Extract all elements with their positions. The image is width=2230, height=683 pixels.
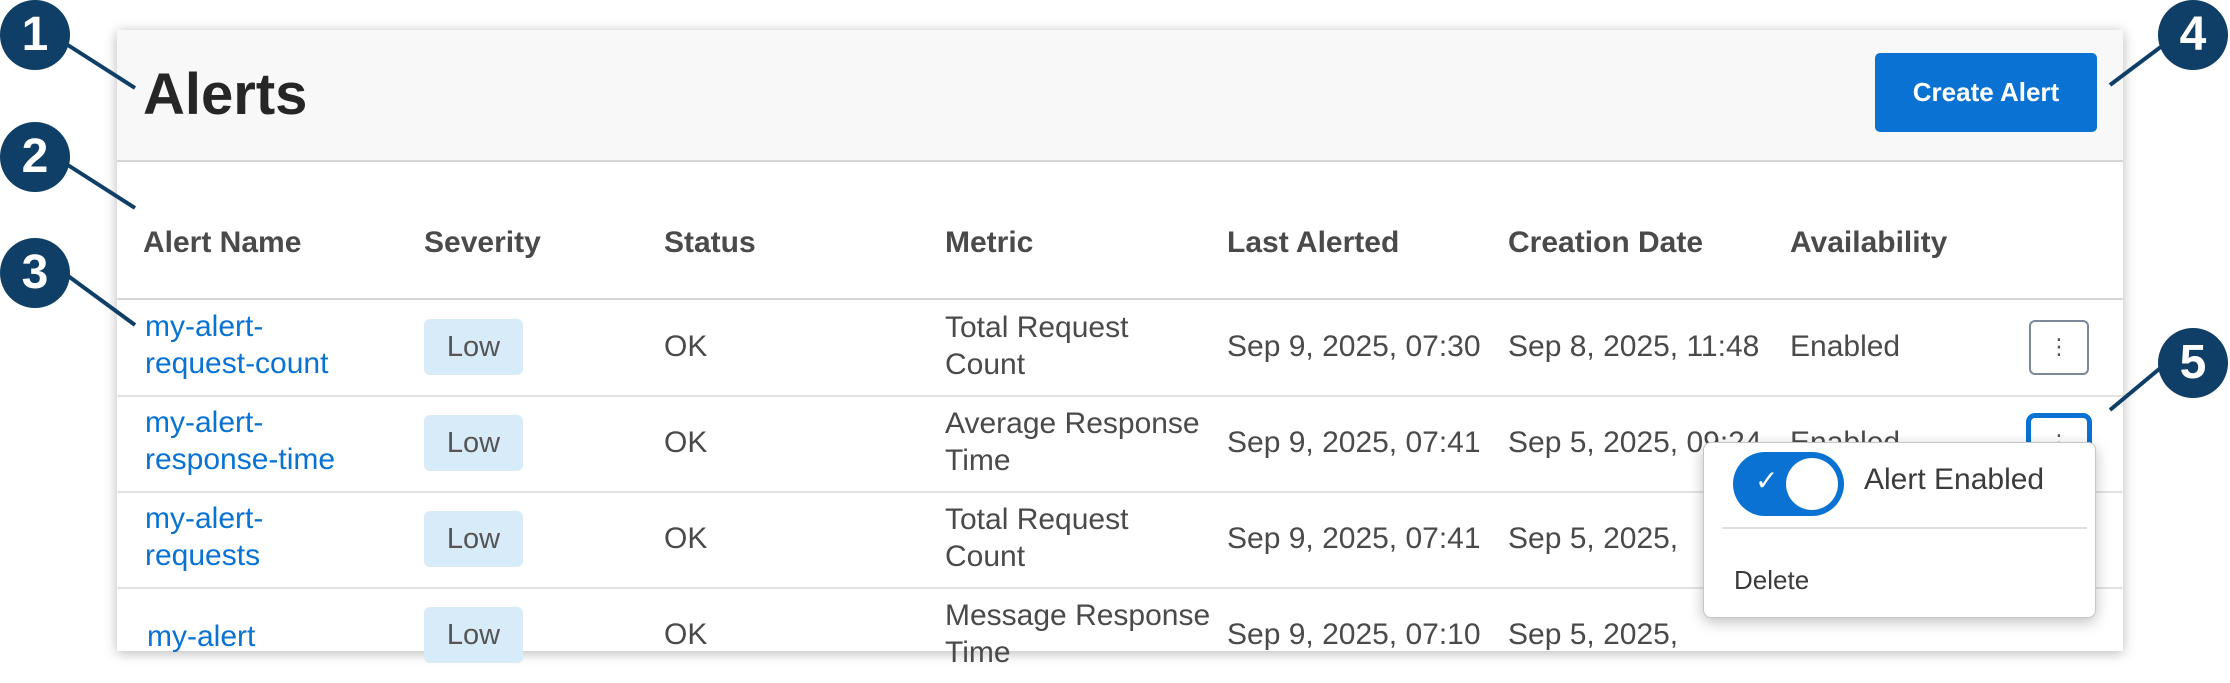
callout-lines	[58, 38, 2172, 412]
callout-4: 4	[2158, 0, 2228, 70]
callout-1: 1	[0, 0, 70, 70]
callout-2: 2	[0, 122, 70, 192]
callout-3: 3	[0, 238, 70, 308]
callout-5: 5	[2158, 328, 2228, 398]
